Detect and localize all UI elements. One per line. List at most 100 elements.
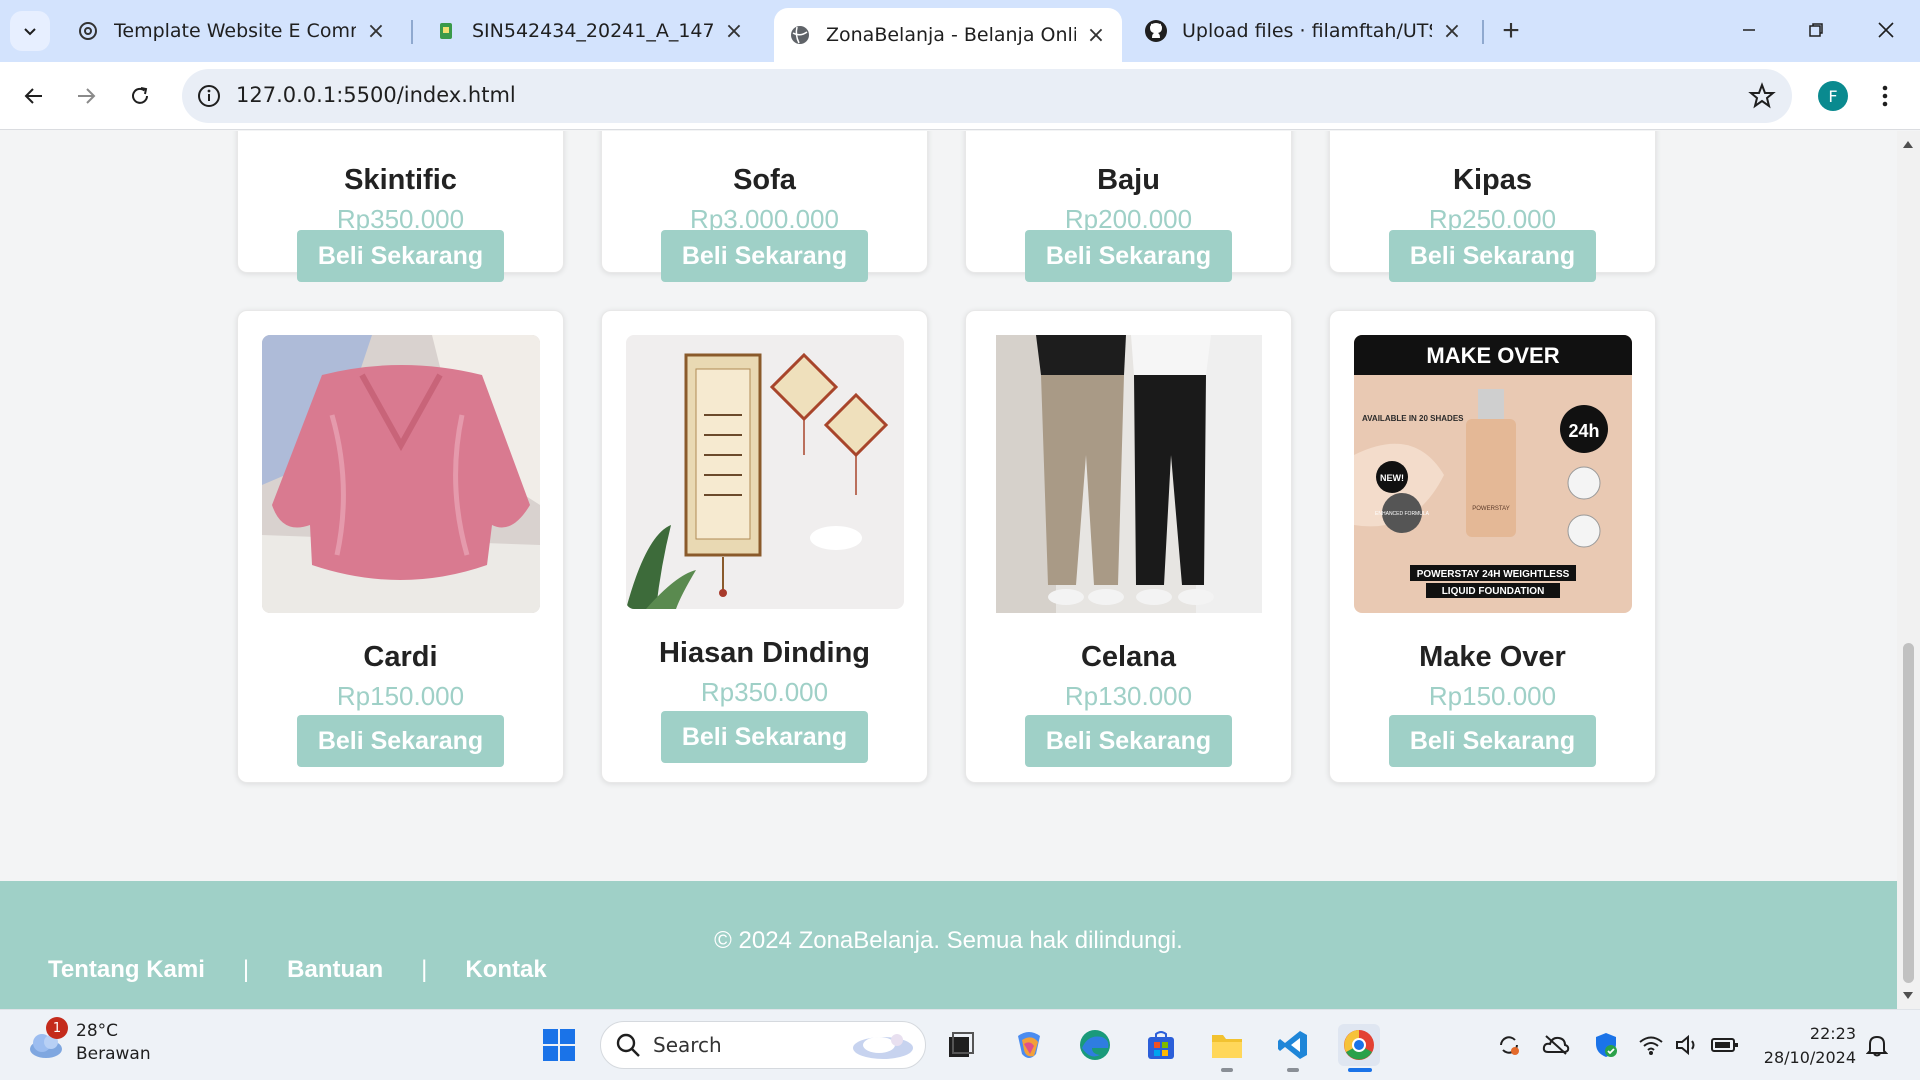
footer-link-about[interactable]: Tentang Kami xyxy=(48,956,205,984)
scrollbar-thumb[interactable] xyxy=(1903,643,1914,983)
vscode-icon xyxy=(1278,1031,1307,1059)
restore-icon xyxy=(1809,23,1823,37)
browser-menu-button[interactable] xyxy=(1870,78,1900,114)
product-card-kipas: Kipas Rp250.000 Beli Sekarang xyxy=(1329,131,1656,282)
file-explorer-button[interactable] xyxy=(1206,1024,1248,1066)
makeover-bottle-label: POWERSTAY xyxy=(1472,506,1509,512)
weather-widget[interactable]: 1 28°C Berawan xyxy=(26,1017,151,1066)
windows-start-button[interactable] xyxy=(538,1024,580,1066)
minimize-button[interactable] xyxy=(1725,10,1773,50)
product-price: Rp130.000 xyxy=(1064,681,1193,711)
browser-tab-bar: Template Website E Commerce × SIN542434_… xyxy=(0,0,1920,62)
microsoft-store-button[interactable] xyxy=(1140,1024,1182,1066)
new-tab-button[interactable]: + xyxy=(1494,14,1528,48)
onedrive-tray-icon[interactable] xyxy=(1541,1030,1571,1060)
more-vertical-icon xyxy=(1882,85,1888,107)
product-name: Cardi xyxy=(363,641,438,673)
search-icon xyxy=(616,1033,640,1057)
makeover-24h-text: 24h xyxy=(1568,421,1599,441)
tab-zonabelanja[interactable]: ZonaBelanja - Belanja Online × xyxy=(774,8,1122,62)
product-name: Make Over xyxy=(1419,641,1566,673)
profile-avatar[interactable]: F xyxy=(1818,81,1848,111)
tab-github-upload[interactable]: Upload files · filamftah/UTS-We × xyxy=(1130,8,1478,54)
product-card-baju: Baju Rp200.000 Beli Sekarang xyxy=(965,131,1292,282)
arrow-right-icon xyxy=(78,88,96,104)
product-image-hiasan-dinding xyxy=(626,335,904,609)
sync-tray-icon[interactable] xyxy=(1494,1030,1524,1060)
wifi-tray-icon[interactable] xyxy=(1636,1030,1666,1060)
clock-date: 28/10/2024 xyxy=(1763,1048,1856,1067)
security-tray-icon[interactable] xyxy=(1591,1030,1621,1060)
footer-link-contact[interactable]: Kontak xyxy=(465,956,546,984)
makeover-new-text: NEW! xyxy=(1380,473,1404,483)
product-card-skintific: Skintific Rp350.000 Beli Sekarang xyxy=(237,131,564,282)
tab-search-button[interactable] xyxy=(10,11,50,51)
notification-badge: 1 xyxy=(46,1017,68,1039)
cloud-icon: 1 xyxy=(26,1017,68,1063)
close-icon[interactable]: × xyxy=(1440,19,1464,44)
scroll-up-arrow-icon[interactable] xyxy=(1903,141,1913,148)
footer-links: Tentang Kami | Bantuan | Kontak xyxy=(48,956,547,984)
buy-now-button[interactable]: Beli Sekarang xyxy=(661,711,868,763)
bookmark-star-icon[interactable] xyxy=(1748,82,1776,110)
footer-separator: | xyxy=(242,956,250,983)
buy-now-button[interactable]: Beli Sekarang xyxy=(1025,230,1232,282)
close-window-button[interactable] xyxy=(1862,10,1910,50)
tab-divider xyxy=(411,20,413,44)
taskbar-search-box[interactable]: Search xyxy=(600,1021,926,1069)
footer-link-help[interactable]: Bantuan xyxy=(287,956,383,984)
product-name: Sofa xyxy=(733,164,796,196)
forward-button[interactable] xyxy=(66,76,106,116)
tab-title: Upload files · filamftah/UTS-We xyxy=(1182,20,1432,42)
back-button[interactable] xyxy=(14,76,54,116)
info-icon[interactable] xyxy=(196,83,222,109)
clock-time: 22:23 xyxy=(1809,1024,1856,1043)
system-clock[interactable]: 22:23 28/10/2024 xyxy=(1762,1022,1856,1070)
buy-now-button[interactable]: Beli Sekarang xyxy=(297,230,504,282)
arrow-left-icon xyxy=(24,88,42,104)
url-text[interactable]: 127.0.0.1:5500/index.html xyxy=(236,83,516,107)
volume-tray-icon[interactable] xyxy=(1672,1030,1702,1060)
product-card-make-over: MAKE OVER AVAILABLE IN 20 SHADES NEW! EN… xyxy=(1329,310,1656,783)
address-bar[interactable]: 127.0.0.1:5500/index.html xyxy=(182,69,1792,123)
tab-sin-portal[interactable]: SIN542434_20241_A_14700026 × xyxy=(420,8,760,54)
buy-now-button[interactable]: Beli Sekarang xyxy=(1389,230,1596,282)
copilot-button[interactable] xyxy=(1008,1024,1050,1066)
close-icon[interactable]: × xyxy=(1084,23,1108,48)
product-name: Hiasan Dinding xyxy=(658,637,871,669)
reload-button[interactable] xyxy=(120,76,160,116)
close-icon[interactable]: × xyxy=(722,19,746,44)
tab-divider xyxy=(1482,20,1484,44)
buy-now-button[interactable]: Beli Sekarang xyxy=(1389,715,1596,767)
tab-template-website[interactable]: Template Website E Commerce × xyxy=(62,8,402,54)
tab-title: Template Website E Commerce xyxy=(114,20,356,42)
vscode-button[interactable] xyxy=(1272,1024,1314,1066)
buy-now-button[interactable]: Beli Sekarang xyxy=(297,715,504,767)
page-scrollbar[interactable] xyxy=(1897,131,1920,1009)
product-price: Rp150.000 xyxy=(336,681,465,711)
chevron-down-icon xyxy=(24,28,36,36)
product-price: Rp150.000 xyxy=(1428,681,1557,711)
notifications-button[interactable] xyxy=(1862,1030,1892,1060)
product-name: Celana xyxy=(1080,641,1177,673)
task-view-icon xyxy=(949,1032,974,1057)
browser-toolbar: 127.0.0.1:5500/index.html F xyxy=(0,62,1920,130)
edge-browser-button[interactable] xyxy=(1074,1024,1116,1066)
buy-now-button[interactable]: Beli Sekarang xyxy=(1025,715,1232,767)
page-viewport: Skintific Rp350.000 Beli Sekarang Sofa R… xyxy=(0,131,1897,1009)
battery-tray-icon[interactable] xyxy=(1710,1030,1740,1060)
chrome-button[interactable] xyxy=(1338,1024,1380,1066)
makeover-shades-text: AVAILABLE IN 20 SHADES xyxy=(1362,414,1464,423)
scroll-down-arrow-icon[interactable] xyxy=(1903,992,1913,999)
close-icon[interactable]: × xyxy=(364,19,388,44)
sync-icon xyxy=(1500,1036,1519,1055)
product-name: Skintific xyxy=(344,164,457,196)
weather-description: Berawan xyxy=(76,1044,151,1064)
reload-icon xyxy=(132,87,148,104)
product-image-cardi xyxy=(262,335,540,613)
product-card-celana: Celana Rp130.000 Beli Sekarang xyxy=(965,310,1292,783)
task-view-button[interactable] xyxy=(940,1024,982,1066)
restore-button[interactable] xyxy=(1792,10,1840,50)
shield-icon xyxy=(1596,1033,1617,1057)
buy-now-button[interactable]: Beli Sekarang xyxy=(661,230,868,282)
